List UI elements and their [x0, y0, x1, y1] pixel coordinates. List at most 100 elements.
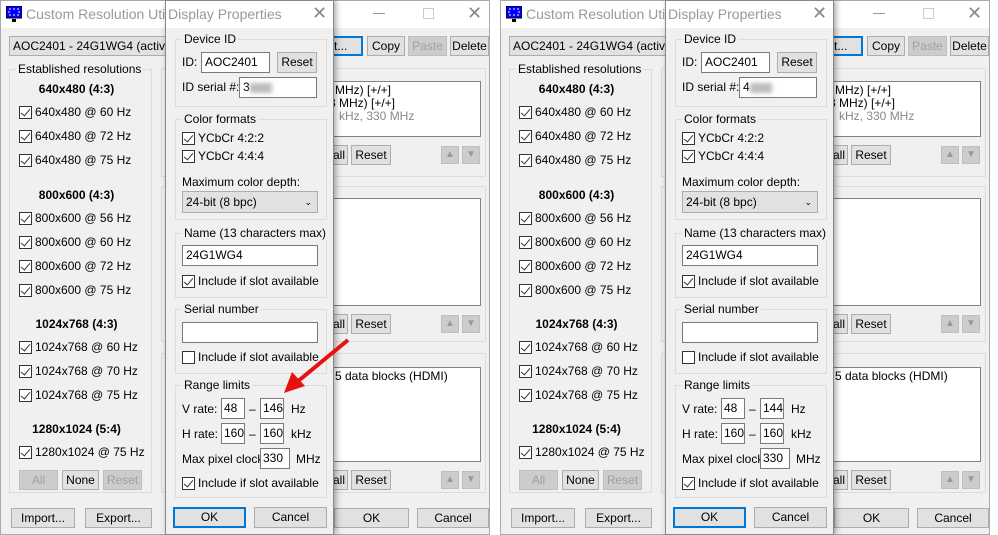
reset-extension-button[interactable]: Reset	[851, 470, 891, 490]
delete-button[interactable]: Delete	[950, 36, 989, 56]
reset-standard-button[interactable]: Reset	[851, 314, 891, 334]
close-icon[interactable]: ✕	[312, 3, 327, 24]
checkbox-icon[interactable]	[19, 259, 32, 273]
res-checkbox[interactable]: 1024x768 @ 60 Hz	[519, 340, 638, 354]
res-checkbox[interactable]: 1024x768 @ 60 Hz	[19, 340, 138, 354]
all-button[interactable]: All	[19, 470, 58, 490]
res-checkbox[interactable]: 640x480 @ 75 Hz	[519, 153, 631, 167]
checkbox-icon[interactable]	[519, 283, 532, 297]
checkbox-icon[interactable]	[19, 211, 32, 225]
res-checkbox[interactable]: 640x480 @ 72 Hz	[519, 129, 631, 143]
main-cancel-button[interactable]: Cancel	[917, 508, 989, 528]
serial-number-input[interactable]	[682, 322, 818, 343]
res-checkbox[interactable]: 640x480 @ 60 Hz	[519, 105, 631, 119]
all-button[interactable]: All	[519, 470, 558, 490]
maximize-icon[interactable]	[423, 8, 434, 19]
id-input[interactable]: AOC2401	[201, 52, 270, 73]
checkbox-icon[interactable]	[19, 235, 32, 249]
dialog-ok-button[interactable]: OK	[673, 507, 746, 528]
move-down-icon[interactable]: ▼	[962, 315, 980, 333]
vrate-max-input[interactable]: 146	[260, 398, 284, 419]
res-checkbox[interactable]: 800x600 @ 56 Hz	[519, 211, 631, 225]
checkbox-icon[interactable]	[682, 131, 695, 145]
name-include-checkbox[interactable]: Include if slot available	[682, 274, 819, 288]
reset-detailed-button[interactable]: Reset	[851, 145, 891, 165]
close-icon[interactable]: ✕	[812, 3, 827, 24]
name-include-checkbox[interactable]: Include if slot available	[182, 274, 319, 288]
move-down-icon[interactable]: ▼	[962, 146, 980, 164]
checkbox-icon[interactable]	[182, 274, 195, 288]
serial-include-checkbox[interactable]: Include if slot available	[682, 350, 819, 364]
checkbox-icon[interactable]	[519, 235, 532, 249]
max-depth-select[interactable]: 24-bit (8 bpc) ⌄	[682, 191, 818, 213]
id-serial-input[interactable]: 3	[239, 77, 317, 98]
minimize-icon[interactable]	[373, 13, 385, 14]
res-checkbox[interactable]: 640x480 @ 75 Hz	[19, 153, 131, 167]
id-serial-input[interactable]: 4	[739, 77, 817, 98]
checkbox-icon[interactable]	[19, 364, 32, 378]
move-up-icon[interactable]: ▲	[941, 471, 959, 489]
minimize-icon[interactable]	[873, 13, 885, 14]
pixel-clock-input[interactable]: 330	[760, 448, 790, 469]
move-down-icon[interactable]: ▼	[462, 471, 480, 489]
move-up-icon[interactable]: ▲	[441, 315, 459, 333]
vrate-max-input[interactable]: 144	[760, 398, 784, 419]
checkbox-icon[interactable]	[682, 350, 695, 364]
hrate-min-input[interactable]: 160	[721, 423, 745, 444]
res-checkbox[interactable]: 800x600 @ 75 Hz	[19, 283, 131, 297]
checkbox-icon[interactable]	[19, 153, 32, 167]
import-button[interactable]: Import...	[511, 508, 575, 528]
res-checkbox[interactable]: 800x600 @ 72 Hz	[19, 259, 131, 273]
ycbcr444-checkbox[interactable]: YCbCr 4:4:4	[682, 149, 764, 163]
res-checkbox[interactable]: 1024x768 @ 70 Hz	[19, 364, 138, 378]
checkbox-icon[interactable]	[682, 274, 695, 288]
vrate-min-input[interactable]: 48	[721, 398, 745, 419]
res-checkbox[interactable]: 800x600 @ 75 Hz	[519, 283, 631, 297]
checkbox-icon[interactable]	[19, 388, 32, 402]
paste-button[interactable]: Paste	[408, 36, 447, 56]
res-checkbox[interactable]: 800x600 @ 56 Hz	[19, 211, 131, 225]
res-checkbox[interactable]: 1024x768 @ 75 Hz	[19, 388, 138, 402]
serial-include-checkbox[interactable]: Include if slot available	[182, 350, 319, 364]
res-checkbox[interactable]: 640x480 @ 60 Hz	[19, 105, 131, 119]
name-input[interactable]: 24G1WG4	[682, 245, 818, 266]
checkbox-icon[interactable]	[19, 283, 32, 297]
res-checkbox[interactable]: 800x600 @ 60 Hz	[19, 235, 131, 249]
checkbox-icon[interactable]	[682, 476, 695, 490]
reset-established-button[interactable]: Reset	[103, 470, 142, 490]
hrate-max-input[interactable]: 160	[760, 423, 784, 444]
vrate-min-input[interactable]: 48	[221, 398, 245, 419]
checkbox-icon[interactable]	[519, 211, 532, 225]
checkbox-icon[interactable]	[519, 340, 532, 354]
checkbox-icon[interactable]	[182, 350, 195, 364]
res-checkbox[interactable]: 1280x1024 @ 75 Hz	[519, 445, 645, 459]
checkbox-icon[interactable]	[682, 149, 695, 163]
move-down-icon[interactable]: ▼	[462, 315, 480, 333]
move-down-icon[interactable]: ▼	[462, 146, 480, 164]
id-reset-button[interactable]: Reset	[777, 52, 817, 73]
id-reset-button[interactable]: Reset	[277, 52, 317, 73]
checkbox-icon[interactable]	[19, 105, 32, 119]
move-down-icon[interactable]: ▼	[962, 471, 980, 489]
none-button[interactable]: None	[62, 470, 99, 490]
res-checkbox[interactable]: 1024x768 @ 70 Hz	[519, 364, 638, 378]
main-ok-button[interactable]: OK	[834, 508, 909, 528]
close-icon[interactable]: ✕	[467, 3, 482, 24]
reset-extension-button[interactable]: Reset	[351, 470, 391, 490]
checkbox-icon[interactable]	[519, 388, 532, 402]
main-ok-button[interactable]: OK	[334, 508, 409, 528]
move-up-icon[interactable]: ▲	[441, 471, 459, 489]
checkbox-icon[interactable]	[519, 105, 532, 119]
none-button[interactable]: None	[562, 470, 599, 490]
checkbox-icon[interactable]	[19, 445, 32, 459]
reset-standard-button[interactable]: Reset	[351, 314, 391, 334]
hrate-min-input[interactable]: 160	[221, 423, 245, 444]
res-checkbox[interactable]: 1280x1024 @ 75 Hz	[19, 445, 145, 459]
res-checkbox[interactable]: 800x600 @ 60 Hz	[519, 235, 631, 249]
close-icon[interactable]: ✕	[967, 3, 982, 24]
res-checkbox[interactable]: 1024x768 @ 75 Hz	[519, 388, 638, 402]
ycbcr422-checkbox[interactable]: YCbCr 4:2:2	[682, 131, 764, 145]
export-button[interactable]: Export...	[85, 508, 152, 528]
dialog-ok-button[interactable]: OK	[173, 507, 246, 528]
ycbcr422-checkbox[interactable]: YCbCr 4:2:2	[182, 131, 264, 145]
